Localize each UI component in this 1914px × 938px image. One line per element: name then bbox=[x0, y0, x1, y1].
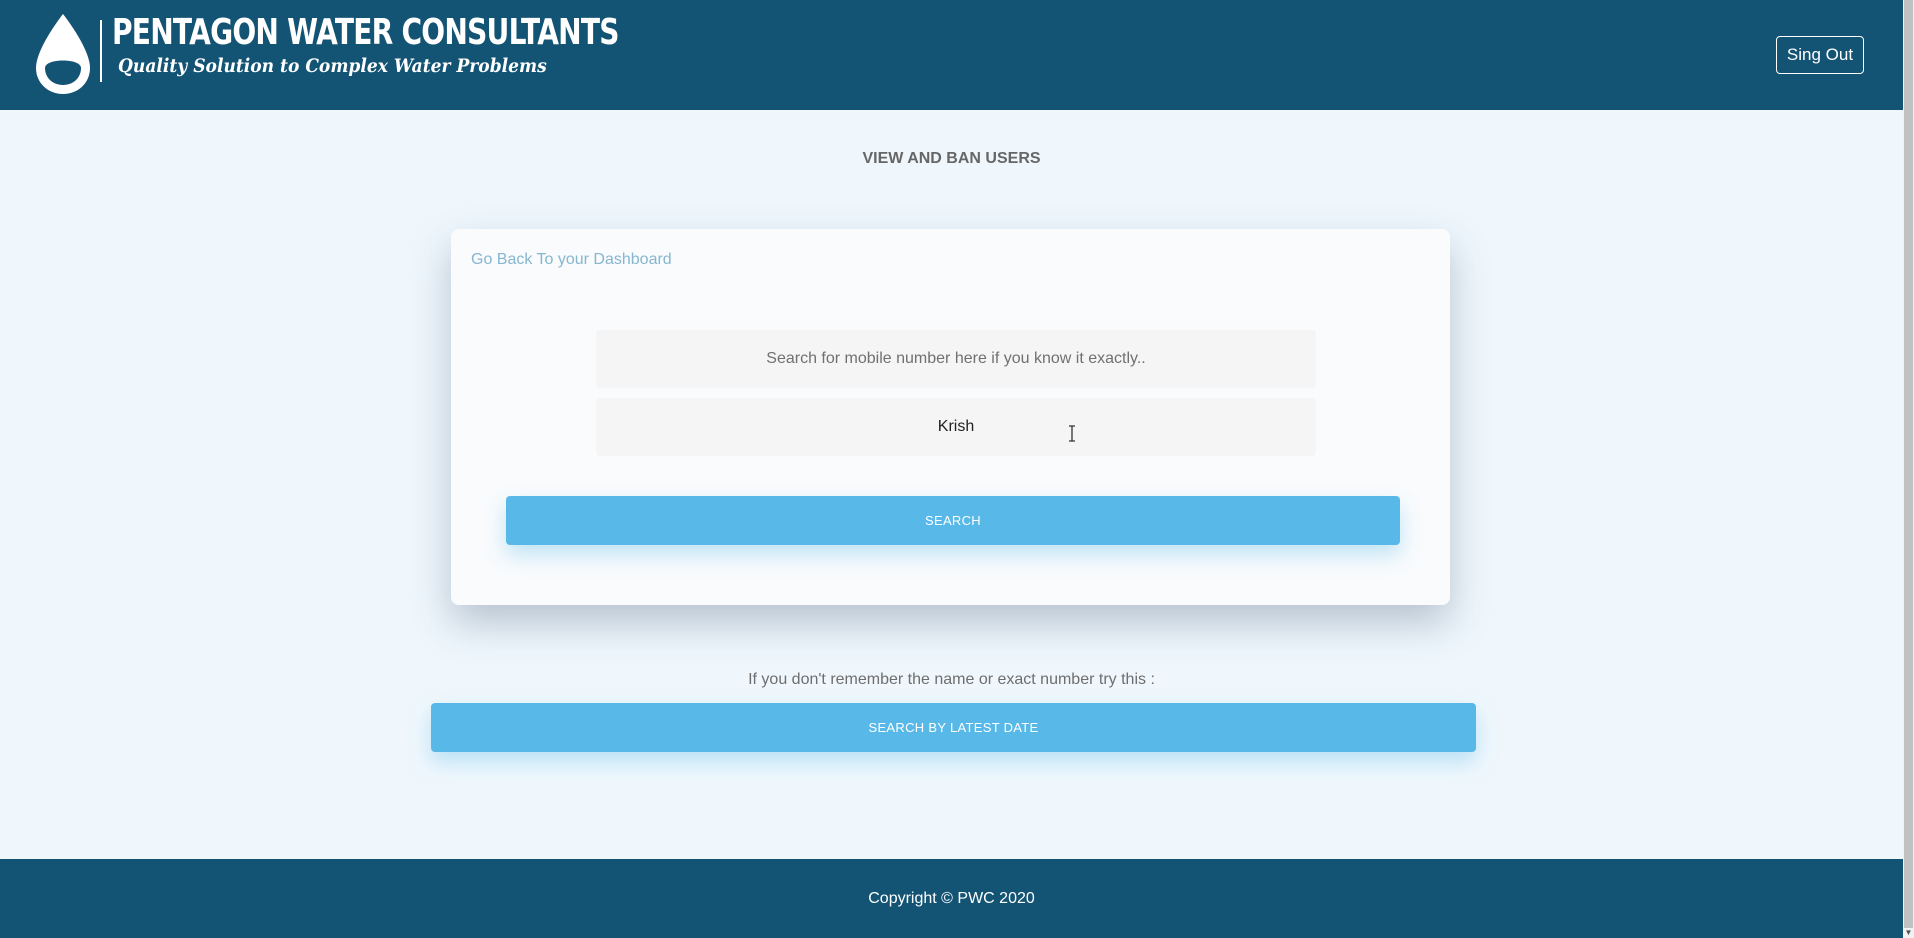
logo-text: PENTAGON WATER CONSULTANTS Quality Solut… bbox=[112, 12, 762, 78]
sign-out-button[interactable]: Sing Out bbox=[1776, 36, 1864, 74]
scrollbar-thumb[interactable] bbox=[1904, 0, 1913, 928]
text-cursor-icon bbox=[1069, 425, 1075, 442]
copyright-text: Copyright © PWC 2020 bbox=[868, 889, 1035, 907]
search-hint-text: If you don't remember the name or exact … bbox=[748, 671, 1155, 688]
scroll-down-arrow-icon[interactable]: ▼ bbox=[1904, 928, 1913, 938]
site-footer: Copyright © PWC 2020 bbox=[0, 859, 1903, 938]
water-drop-icon bbox=[36, 14, 90, 94]
name-search-input[interactable] bbox=[596, 398, 1316, 456]
site-header: PENTAGON WATER CONSULTANTS Quality Solut… bbox=[0, 0, 1903, 110]
search-card: Go Back To your Dashboard SEARCH bbox=[451, 229, 1450, 605]
brand-name: PENTAGON WATER CONSULTANTS bbox=[112, 12, 619, 53]
brand-tagline: Quality Solution to Complex Water Proble… bbox=[118, 55, 547, 77]
logo-divider bbox=[100, 20, 102, 82]
mobile-search-input[interactable] bbox=[596, 330, 1316, 388]
page-title: VIEW AND BAN USERS bbox=[862, 150, 1041, 167]
page-scrollbar[interactable]: ▼ bbox=[1903, 0, 1914, 938]
search-by-latest-date-button[interactable]: SEARCH BY LATEST DATE bbox=[431, 703, 1476, 752]
search-button[interactable]: SEARCH bbox=[506, 496, 1400, 545]
back-to-dashboard-link[interactable]: Go Back To your Dashboard bbox=[471, 251, 672, 269]
brand-logo[interactable]: PENTAGON WATER CONSULTANTS Quality Solut… bbox=[32, 12, 762, 96]
